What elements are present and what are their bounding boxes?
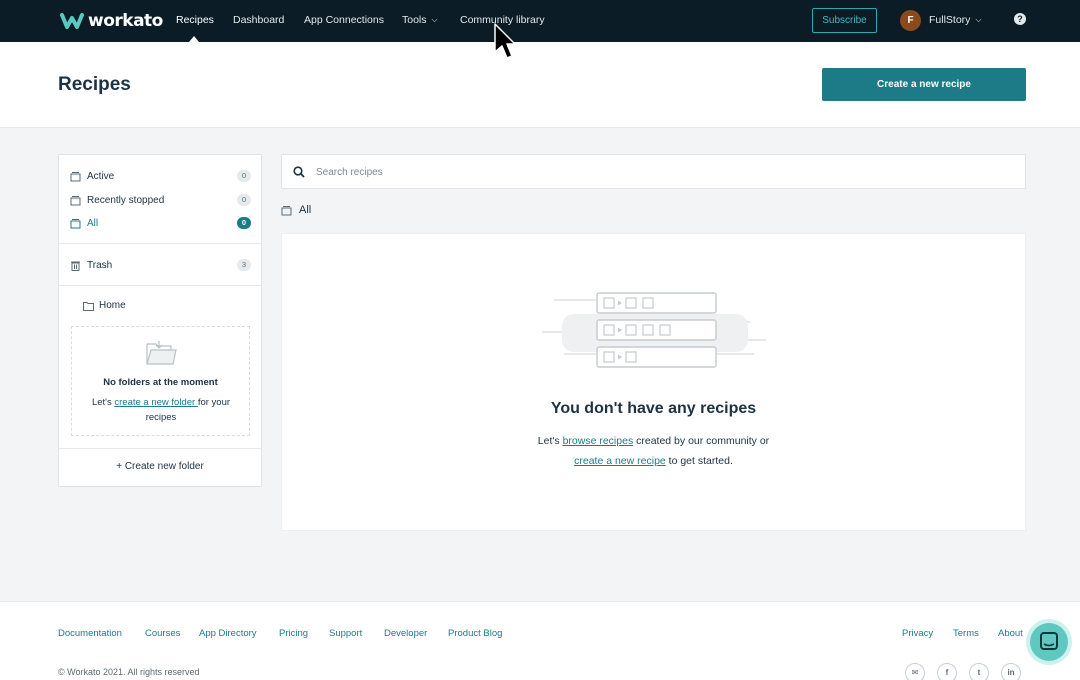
breadcrumb-label: All [299,204,312,216]
footer: Documentation Courses App Directory Pric… [0,601,1080,680]
footer-link-courses[interactable]: Courses [145,628,180,639]
footer-link-privacy[interactable]: Privacy [902,628,933,639]
empty-folder-icon [146,341,177,365]
empty-state-title: You don't have any recipes [550,400,757,417]
no-folders-title: No folders at the moment [103,377,218,388]
twitter-icon[interactable]: t [969,663,989,680]
empty-recipes-illustration [542,292,766,368]
create-folder-link[interactable]: create a new folder [114,397,197,408]
chat-icon [1040,632,1058,650]
sidebar-item-active[interactable]: Active 0 [70,167,251,185]
sidebar-item-label: All [87,217,99,229]
brand-name: workato [88,11,163,31]
empty-folders-panel: No folders at the moment Let's create a … [71,326,250,436]
search-input[interactable] [316,164,1006,180]
subscribe-button[interactable]: Subscribe [812,8,877,33]
recipe-stack-icon [70,195,81,205]
count-badge: 3 [237,259,251,271]
nav-tools[interactable]: Tools ⌵ [402,14,438,26]
create-recipe-button[interactable]: Create a new recipe [822,68,1026,101]
sidebar-item-label: Recently stopped [87,194,165,206]
browse-recipes-link[interactable]: browse recipes [563,435,634,447]
divider [59,285,261,286]
text-fragment: Let's [537,435,563,447]
sidebar-item-trash[interactable]: Trash 3 [70,256,251,274]
divider [59,243,261,244]
top-navigation: workato Recipes Dashboard App Connection… [0,0,1080,42]
folder-label: Home [99,300,126,311]
footer-link-app-directory[interactable]: App Directory [199,628,257,639]
account-menu[interactable]: FullStory ⌵ [929,14,982,26]
count-badge: 0 [237,217,251,229]
divider [59,448,261,449]
trash-icon [71,261,80,271]
footer-link-support[interactable]: Support [329,628,362,639]
create-recipe-link[interactable]: create a new recipe [574,455,666,467]
sidebar-item-all[interactable]: All 0 [70,214,251,232]
sidebar-item-label: Active [87,170,115,182]
nav-dashboard[interactable]: Dashboard [233,14,284,26]
chat-launcher-button[interactable] [1026,619,1072,665]
nav-app-connections[interactable]: App Connections [304,14,384,26]
mail-icon[interactable]: ✉ [905,663,925,680]
nav-tools-label: Tools [402,14,427,26]
count-badge: 0 [237,194,251,206]
folder-home[interactable]: Home [83,300,126,311]
footer-link-pricing[interactable]: Pricing [279,628,308,639]
text-fragment: Let's [91,397,115,408]
facebook-icon[interactable]: f [937,663,957,680]
copyright: © Workato 2021. All rights reserved [58,667,200,677]
chevron-down-icon: ⌵ [975,15,982,24]
recipe-stack-icon [70,171,81,181]
footer-link-product-blog[interactable]: Product Blog [448,628,502,639]
footer-link-about[interactable]: About [998,628,1023,639]
linkedin-icon[interactable]: in [1001,663,1021,680]
empty-state-text: Let's browse recipes created by our comm… [282,435,1025,447]
sidebar-item-recently-stopped[interactable]: Recently stopped 0 [70,191,251,209]
page-title: Recipes [58,74,131,95]
avatar[interactable]: F [900,10,921,31]
empty-state-text: create a new recipe to get started. [282,455,1025,467]
sidebar: Active 0 Recently stopped 0 All 0 Trash … [58,154,262,487]
text-fragment: created by our community or [633,435,770,447]
sidebar-item-label: Trash [87,259,113,271]
breadcrumb: All [281,204,311,216]
create-folder-button[interactable]: + Create new folder [59,461,261,472]
recipe-stack-icon [281,205,292,215]
account-name: FullStory [929,14,971,26]
count-badge: 0 [237,170,251,182]
footer-link-documentation[interactable]: Documentation [58,628,122,639]
chat-icon-background [1030,623,1068,661]
footer-link-developer[interactable]: Developer [384,628,427,639]
nav-recipes[interactable]: Recipes [176,14,214,26]
recipes-empty-panel: You don't have any recipes Let's browse … [281,233,1026,531]
mouse-cursor-icon [494,23,516,59]
help-icon[interactable]: ? [1014,13,1026,25]
chevron-down-icon: ⌵ [431,15,438,24]
footer-link-terms[interactable]: Terms [953,628,979,639]
no-folders-text: Let's create a new folder for your recip… [86,395,236,425]
search-box [281,154,1026,189]
search-icon [293,166,305,178]
workato-logo-icon [60,13,84,29]
folder-icon [83,301,94,311]
recipe-stack-icon [70,218,81,228]
workato-logo[interactable]: workato [60,11,163,31]
text-fragment: to get started. [665,455,733,467]
page-header: Recipes Create a new recipe [0,42,1080,128]
